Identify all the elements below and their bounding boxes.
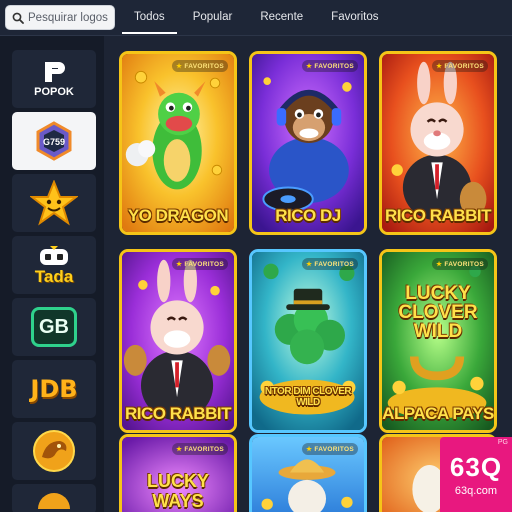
game-card-rico-rabbit-purple[interactable]: FAVORITOS RICO RABBIT xyxy=(119,249,237,433)
tab-todos[interactable]: Todos xyxy=(120,0,179,36)
favorite-badge[interactable]: FAVORITOS xyxy=(432,60,488,72)
provider-partial[interactable] xyxy=(12,484,96,512)
lucky-ways-art-text: LUCKY WAYS xyxy=(147,471,209,511)
game-title: YO DRAGON xyxy=(127,206,229,225)
game-card-yo-dragon[interactable]: FAVORITOS YO DRAGON xyxy=(119,51,237,235)
game-title: RICO DJ xyxy=(275,206,341,225)
partial-logo-icon xyxy=(38,493,70,509)
game-title: ALPACA PAYS xyxy=(382,404,494,423)
watermark-tag: PG xyxy=(497,439,508,446)
popok-label: POPOK xyxy=(34,86,74,98)
watermark-logo-text: 63Q xyxy=(449,452,503,482)
tada-label: Tada xyxy=(34,266,74,286)
search-input[interactable] xyxy=(28,11,114,24)
gb-label: GB xyxy=(39,315,69,338)
search-box[interactable] xyxy=(5,5,115,30)
provider-popok[interactable]: POPOK xyxy=(12,50,96,108)
game-card-alpaca-pays[interactable]: LUCKY CLOVER WILD FAVORITOS ALPACA PAYS xyxy=(379,249,497,433)
favorite-badge[interactable]: FAVORITOS xyxy=(172,258,228,270)
game-title: RICO RABBIT xyxy=(125,404,231,423)
game-card-alpaca[interactable]: FAVORITOS xyxy=(249,434,367,512)
lucky-clover-art-text: LUCKY CLOVER WILD xyxy=(398,283,478,342)
provider-star[interactable] xyxy=(12,174,96,232)
favorite-badge[interactable]: FAVORITOS xyxy=(172,443,228,455)
favorite-badge[interactable]: FAVORITOS xyxy=(302,258,358,270)
dragon-logo-icon xyxy=(33,430,75,472)
game-card-rico-rabbit[interactable]: FAVORITOS RICO RABBIT xyxy=(379,51,497,235)
provider-g759[interactable]: G759 xyxy=(12,112,96,170)
game-card-clover-wild[interactable]: FAVORITOS NTOR DIM CLOVER WILD xyxy=(249,249,367,433)
top-bar: Todos Popular Recente Favoritos xyxy=(0,0,512,36)
g759-label: G759 xyxy=(42,137,66,147)
game-title: NTOR DIM CLOVER WILD xyxy=(264,386,352,408)
game-card-rico-dj[interactable]: FAVORITOS RICO DJ xyxy=(249,51,367,235)
tab-popular[interactable]: Popular xyxy=(179,0,247,36)
tada-logo-icon xyxy=(40,245,68,265)
tab-favoritos[interactable]: Favoritos xyxy=(317,0,392,36)
favorite-badge[interactable]: FAVORITOS xyxy=(432,258,488,270)
gb-logo-frame: GB xyxy=(31,307,77,347)
jdb-label: JDB xyxy=(30,375,78,403)
provider-jdb[interactable]: JDB xyxy=(12,360,96,418)
provider-gb[interactable]: GB xyxy=(12,298,96,356)
popok-logo-icon xyxy=(45,62,65,82)
favorite-badge[interactable]: FAVORITOS xyxy=(302,443,358,455)
provider-dragon[interactable] xyxy=(12,422,96,480)
provider-tada[interactable]: Tada xyxy=(12,236,96,294)
game-card-lucky-ways[interactable]: LUCKY WAYS FAVORITOS xyxy=(119,434,237,512)
favorite-badge[interactable]: FAVORITOS xyxy=(302,60,358,72)
search-icon xyxy=(12,12,24,24)
star-logo-icon xyxy=(30,180,78,226)
favorite-badge[interactable]: FAVORITOS xyxy=(172,60,228,72)
tab-recente[interactable]: Recente xyxy=(246,0,317,36)
site-watermark: PG 63Q 63q.com xyxy=(440,437,512,512)
game-title: RICO RABBIT xyxy=(385,206,491,225)
tab-bar: Todos Popular Recente Favoritos xyxy=(120,0,392,36)
provider-sidebar: POPOK G759 Tada GB JDB xyxy=(0,36,104,512)
watermark-domain: 63q.com xyxy=(454,485,498,497)
